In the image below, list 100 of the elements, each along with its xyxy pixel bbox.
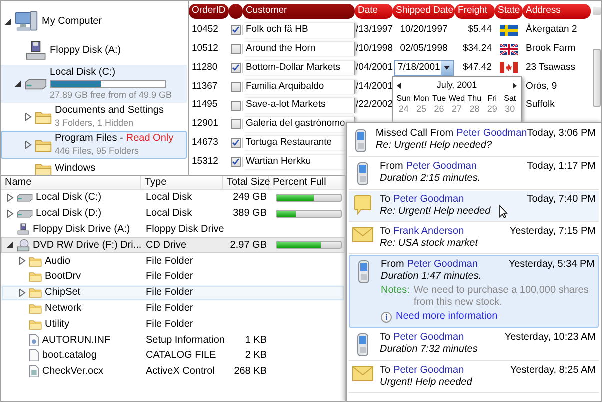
column-header[interactable]: Type	[141, 176, 223, 190]
calendar-day[interactable]: 30	[501, 104, 519, 115]
address-cell: Brook Farm	[526, 43, 576, 54]
tree-item[interactable]: Windows	[1, 159, 187, 177]
message-item[interactable]: To Peter Goodman Yesterday, 10:23 AM Duration 7:32 minutes	[349, 329, 599, 361]
checkbox[interactable]	[230, 82, 240, 92]
total-size: 2.97 GB	[230, 238, 267, 253]
message-item[interactable]: From Peter Goodman Today, 1:17 PM Duration 2:15 minutes.	[349, 158, 599, 190]
date-input-field[interactable]: 7/18/2001	[394, 60, 454, 76]
contact-link[interactable]: Peter Goodman	[407, 259, 478, 271]
tree-item[interactable]: Program Files - Read Only 446 Files, 95 Folders	[1, 131, 187, 159]
expanded-arrow-icon[interactable]	[7, 241, 14, 250]
checkbox[interactable]	[230, 25, 240, 36]
file-type: Setup Information	[146, 334, 225, 346]
weekday-label: Sun	[396, 93, 412, 104]
column-header[interactable]: Address	[523, 4, 591, 18]
calendar-day[interactable]: 28	[466, 104, 484, 115]
floppy-drive-icon	[25, 40, 47, 62]
dropdown-button[interactable]	[441, 60, 453, 75]
calendar-day[interactable]: 27	[448, 104, 466, 115]
weekday-label: Fri	[486, 93, 498, 104]
column-header[interactable]: Name	[1, 176, 141, 190]
column-header[interactable]: OrderID	[189, 4, 229, 18]
message-detail: Re: USA stock market	[380, 238, 478, 250]
tree-item[interactable]: Floppy Disk (A:)	[1, 37, 187, 65]
checkbox[interactable]	[230, 119, 240, 130]
file-row[interactable]: DVD RW Drive (F:) Dri... CD Drive 2.97 GB	[1, 237, 345, 254]
message-item[interactable]: To Peter Goodman Yesterday, 8:25 AM Urgent! Help needed	[349, 362, 599, 393]
contact-link[interactable]: Peter Goodman	[394, 365, 464, 377]
scrollbar-thumb[interactable]	[593, 49, 601, 107]
column-header[interactable]: Customer	[243, 4, 355, 18]
expanded-arrow-icon[interactable]	[15, 80, 22, 88]
message-item[interactable]: Missed Call From Peter GoodmanToday, 3:06 PM Re: Urgent! Help needed?	[349, 125, 599, 157]
contact-link[interactable]: Peter Goodman	[394, 332, 464, 344]
address-cell: Orós, 9	[526, 80, 558, 92]
file-row[interactable]: Audio File Folder	[1, 253, 345, 269]
calendar-day[interactable]: 24	[395, 104, 413, 115]
customer-cell: Galería del gastrónomo	[246, 118, 346, 130]
checkbox[interactable]	[230, 156, 240, 167]
calendar-day[interactable]: 25	[412, 104, 430, 115]
file-row[interactable]: BootDrv File Folder	[1, 268, 345, 285]
checkbox[interactable]	[230, 138, 240, 148]
file-type: File Folder	[146, 302, 194, 314]
file-row[interactable]: AUTORUN.INF Setup Information 1 KB	[1, 332, 345, 348]
calendar-day[interactable]: 29	[484, 104, 502, 115]
customer-cell: Save-a-lot Markets	[246, 99, 326, 110]
message-item[interactable]: To Peter Goodman Today, 7:40 PM Re: Urgent! Help needed	[349, 191, 599, 222]
previous-month-arrow-icon[interactable]	[397, 83, 401, 89]
column-header[interactable]: Freight	[455, 4, 495, 18]
calendar-day[interactable]: 26	[430, 104, 448, 115]
message-item[interactable]: To Frank Anderson Yesterday, 7:15 PM Re: USA stock market	[349, 223, 599, 254]
tree-item[interactable]: Local Disk (C:) 27.89 GB free from of 49.9 GB	[1, 65, 187, 103]
contact-link[interactable]: Peter Goodman	[406, 161, 477, 173]
file-row[interactable]: Local Disk (D:) Local Disk 389 GB	[1, 206, 345, 222]
tree-item[interactable]: My Computer	[1, 7, 187, 37]
file-row[interactable]: Local Disk (C:) Local Disk 249 GB	[1, 190, 345, 206]
weekday-label: Mon	[412, 93, 430, 104]
contact-link[interactable]: Peter Goodman	[456, 128, 528, 140]
message-direction: From	[381, 259, 404, 271]
file-row[interactable]: Utility File Folder	[1, 316, 345, 332]
checkbox[interactable]	[230, 62, 240, 73]
file-row[interactable]: Network File Folder	[1, 300, 345, 316]
message-time: Today, 3:06 PM	[527, 128, 596, 140]
tree-item[interactable]: Documents and Settings 3 Folders, 1 Hidden	[1, 103, 187, 131]
collapsed-arrow-icon[interactable]	[25, 113, 32, 121]
collapsed-arrow-icon[interactable]	[7, 194, 14, 202]
folder-icon	[35, 162, 52, 176]
column-header[interactable]: Total Size	[223, 176, 269, 190]
file-row[interactable]: CheckVer.ocx ActiveX Control 268 KB	[1, 364, 345, 380]
collapsed-arrow-icon[interactable]	[19, 288, 26, 297]
column-header[interactable]: Date	[355, 4, 393, 18]
file-row[interactable]: ChipSet File Folder	[1, 284, 345, 301]
file-row[interactable]: boot.catalog CATALOG FILE 2 KB	[1, 348, 345, 364]
column-header[interactable]: Shipped Date	[393, 4, 455, 18]
checkbox[interactable]	[230, 44, 240, 54]
expanded-arrow-icon[interactable]	[5, 18, 12, 26]
caret-icon	[444, 66, 450, 70]
message-detail: Duration 1:47 minutes.	[381, 271, 482, 283]
message-item[interactable]: From Peter Goodman Yesterday, 5:34 PM Duration 1:47 minutes. Notes: We need to purchase a 100,000 shares from this new stock. Need more information	[349, 255, 599, 328]
collapsed-arrow-icon[interactable]	[7, 210, 14, 218]
order-id-cell-text: 11280	[191, 60, 219, 75]
total-size: 268 KB	[234, 365, 267, 380]
message-direction: To	[380, 365, 391, 377]
column-header[interactable]	[229, 4, 243, 18]
column-header[interactable]: State	[495, 4, 523, 18]
more-information-link[interactable]: Need more information	[396, 311, 498, 323]
message-direction: Missed Call From	[376, 128, 454, 140]
collapsed-arrow-icon[interactable]	[19, 257, 26, 266]
collapsed-arrow-icon[interactable]	[25, 141, 32, 149]
checkbox[interactable]	[230, 100, 240, 111]
folder-icon	[29, 302, 42, 314]
customer-cell: Tortuga Restaurante	[246, 137, 332, 148]
contact-link[interactable]: Frank Anderson	[394, 226, 464, 238]
next-month-arrow-icon[interactable]	[512, 83, 517, 89]
envelope-icon	[352, 227, 374, 243]
contact-link[interactable]: Peter Goodman	[394, 194, 464, 206]
message-detail: Re: Urgent! Help needed	[380, 206, 491, 218]
file-type: Local Disk	[146, 208, 192, 220]
item-label: Documents and Settings	[55, 105, 164, 117]
file-row[interactable]: Floppy Disk Drive (A:) Floppy Disk Drive	[1, 222, 345, 238]
